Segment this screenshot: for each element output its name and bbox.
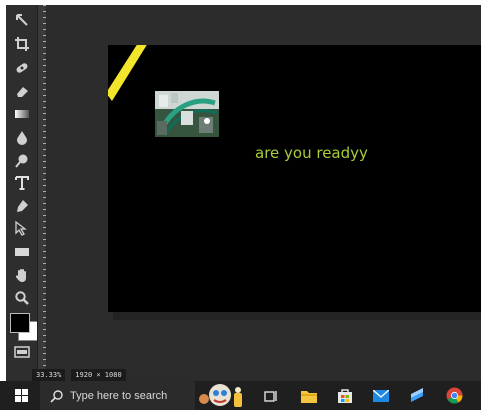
color-swatches <box>10 313 38 341</box>
media-app-button[interactable] <box>406 381 428 410</box>
search-placeholder: Type here to search <box>70 389 168 402</box>
store-button[interactable] <box>334 381 356 410</box>
mail-button[interactable] <box>370 381 392 410</box>
zoom-tool-icon[interactable] <box>10 287 34 309</box>
canvas-shadow <box>113 312 481 320</box>
search-icon <box>50 389 63 403</box>
eraser-tool-icon[interactable] <box>10 80 34 102</box>
photo-editor-window: are you readyy 33.33% 1920 × 1080 <box>6 5 481 381</box>
folder-icon <box>301 390 317 403</box>
start-button[interactable] <box>8 381 34 410</box>
hand-tool-icon[interactable] <box>10 264 34 286</box>
tools-panel <box>6 5 47 381</box>
chrome-button[interactable] <box>442 381 466 410</box>
dodge-tool-icon[interactable] <box>10 150 34 172</box>
screen-mode-icon[interactable] <box>10 341 34 363</box>
media-app-icon <box>411 387 423 402</box>
foreground-color-swatch[interactable] <box>10 313 30 333</box>
type-tool-icon[interactable] <box>10 172 34 194</box>
healing-tool-icon[interactable] <box>10 57 34 79</box>
move-tool-icon[interactable] <box>10 9 34 31</box>
task-view-icon <box>264 390 277 402</box>
zoom-level[interactable]: 33.33% <box>32 369 66 381</box>
search-highlight-doodle[interactable] <box>196 381 250 410</box>
status-bar: 33.33% 1920 × 1080 <box>32 369 126 381</box>
crop-tool-icon[interactable] <box>10 33 34 55</box>
windows-logo-icon <box>14 389 28 402</box>
taskbar-search-box[interactable]: Type here to search <box>40 381 195 410</box>
rectangle-tool-icon[interactable] <box>10 241 34 263</box>
text-layer[interactable]: are you readyy <box>255 144 368 162</box>
search-highlight-icon <box>199 384 242 407</box>
chrome-icon <box>446 387 462 404</box>
canvas-workspace: are you readyy <box>46 5 481 381</box>
pen-tool-icon[interactable] <box>10 195 34 217</box>
path-select-tool-icon[interactable] <box>10 218 34 240</box>
gradient-tool-icon[interactable] <box>10 103 34 125</box>
photo-image-layer[interactable] <box>155 91 219 137</box>
document-canvas[interactable]: are you readyy <box>108 45 481 312</box>
mail-icon <box>373 389 389 402</box>
file-explorer-button[interactable] <box>298 381 320 410</box>
blur-tool-icon[interactable] <box>10 127 34 149</box>
windows-taskbar: Type here to search <box>0 381 481 410</box>
document-dimensions: 1920 × 1080 <box>71 369 126 381</box>
store-icon <box>338 388 352 403</box>
photo-thumbnail <box>155 91 219 137</box>
task-view-button[interactable] <box>260 381 282 410</box>
